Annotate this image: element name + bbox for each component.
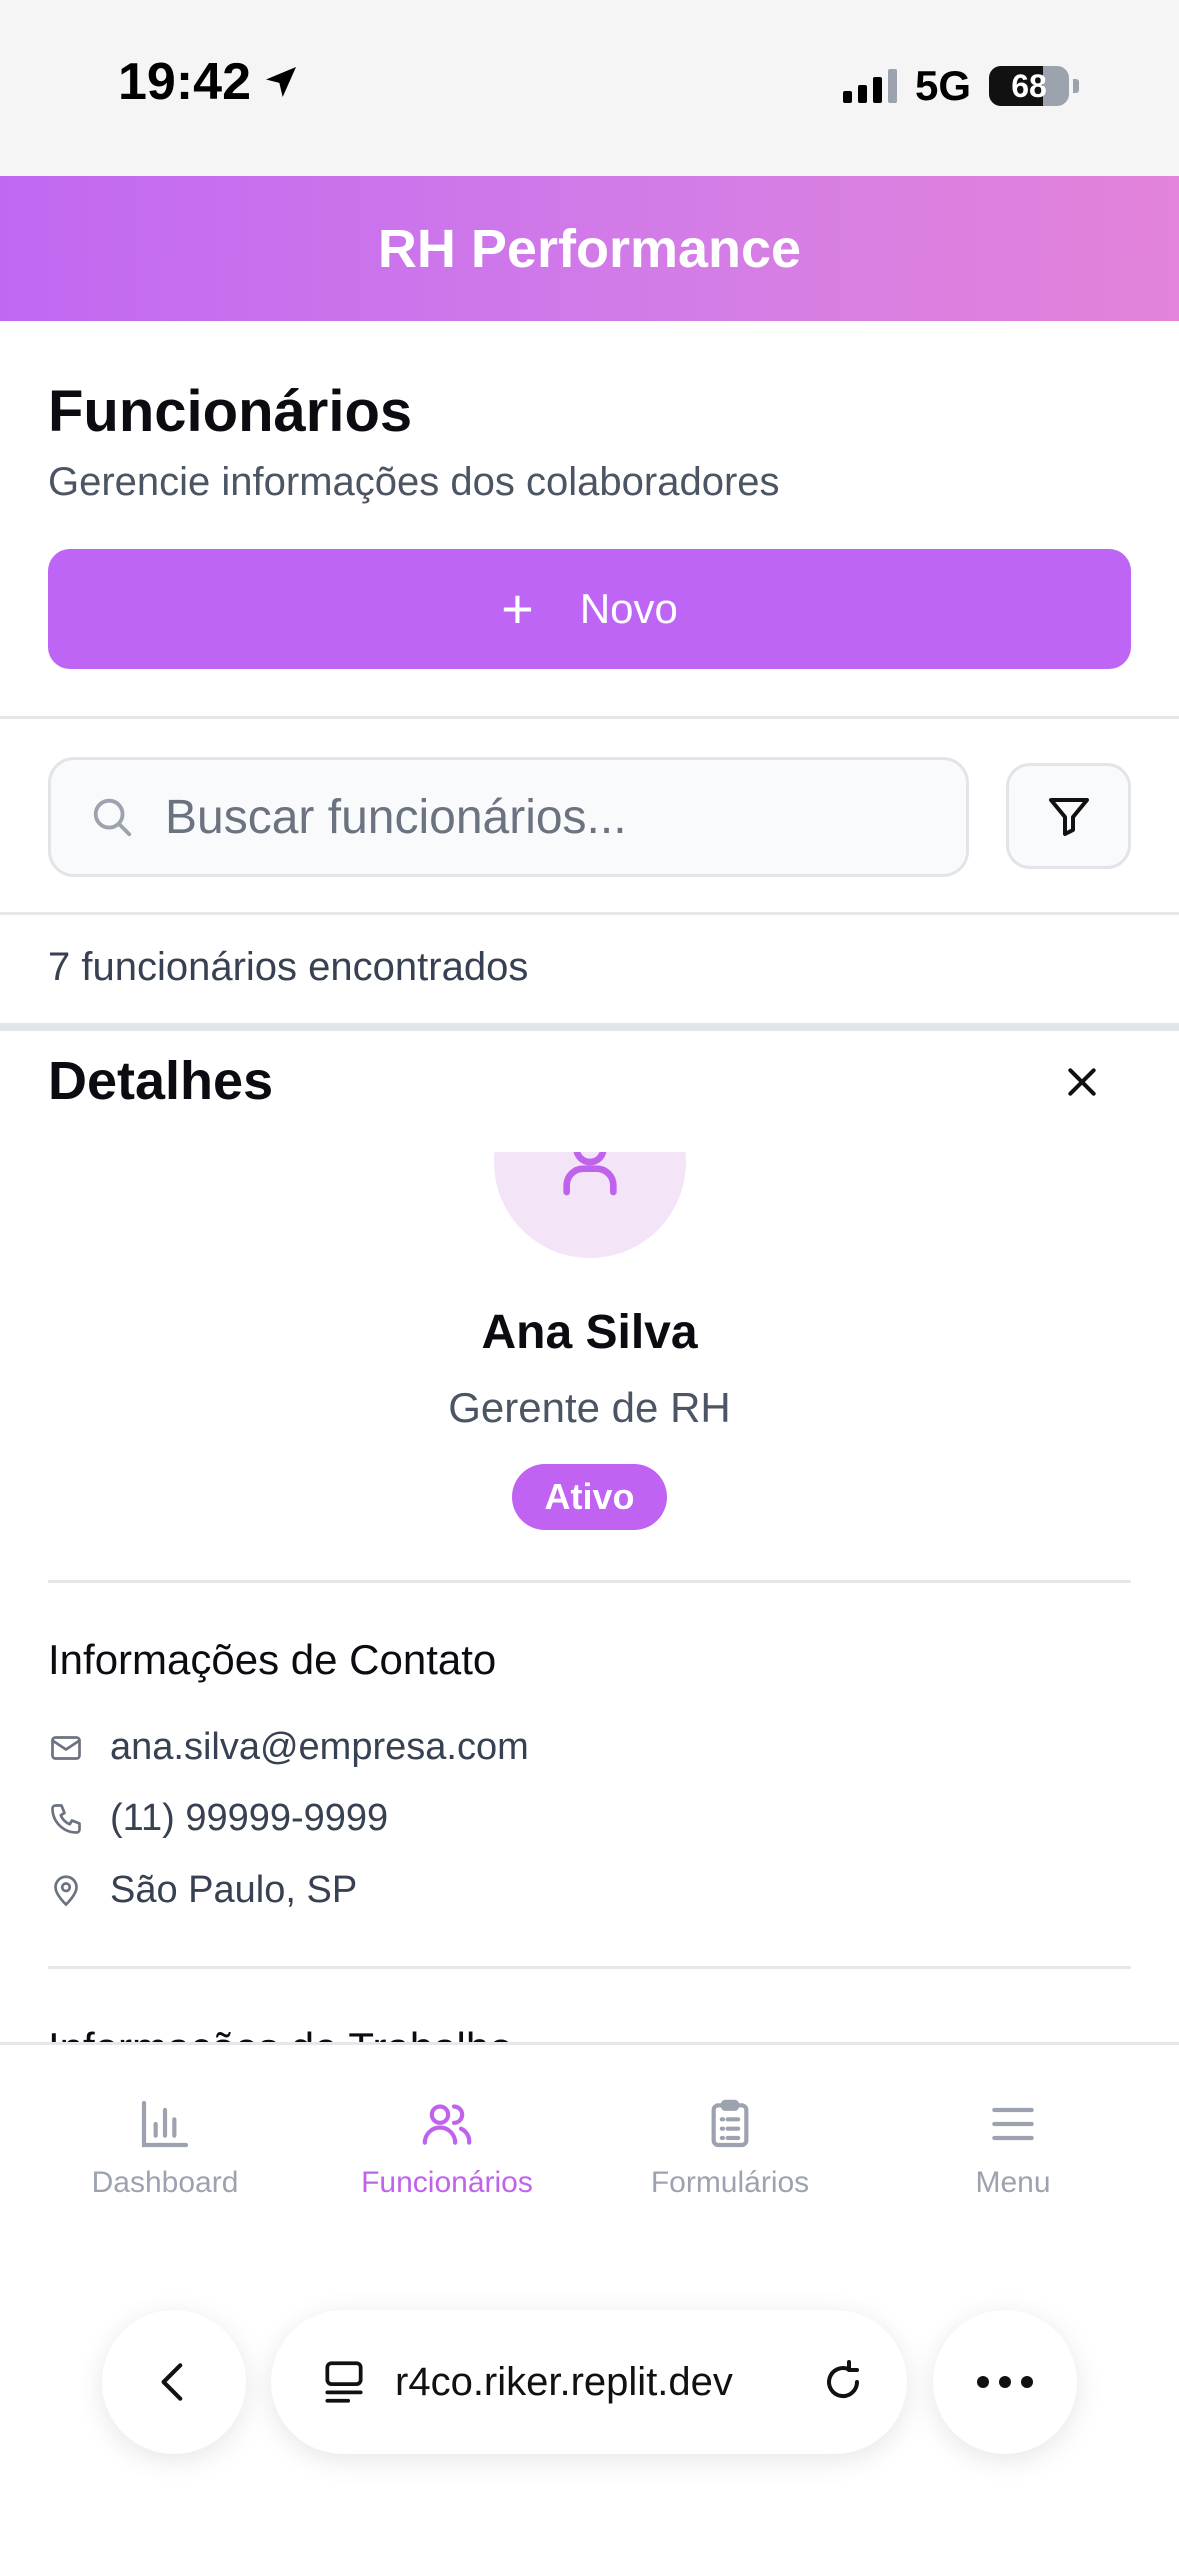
employee-name: Ana Silva [481, 1306, 698, 1359]
page-subtitle: Gerencie informações dos colaboradores [48, 460, 780, 504]
result-count: 7 funcionários encontrados [48, 945, 529, 989]
nav-item-forms[interactable]: Formulários [590, 2096, 870, 2200]
nav-item-employees[interactable]: Funcionários [307, 2096, 587, 2200]
battery-icon: 68 [989, 66, 1069, 106]
search-icon [93, 798, 132, 837]
employee-role: Gerente de RH [448, 1384, 731, 1431]
contact-section-title: Informações de Contato [48, 1636, 497, 1683]
divider [48, 1966, 1131, 1969]
work-section-title-text: Informações de Trabalho [48, 2024, 513, 2042]
status-time-text: 19:42 [118, 53, 251, 111]
search-input[interactable]: Buscar funcionários... [48, 757, 969, 877]
network-label: 5G [914, 62, 971, 109]
avatar [494, 1152, 686, 1260]
signal-icon [842, 69, 897, 103]
plus-icon: + [501, 577, 534, 640]
battery-tip [1073, 79, 1079, 93]
email-value: ana.silva@empresa.com [110, 1726, 529, 1768]
new-employee-button[interactable]: + Novo [48, 549, 1131, 669]
status-badge: Ativo [512, 1464, 667, 1530]
status-bar: 19:42 5G 68 [0, 0, 1179, 176]
details-title: Detalhes [48, 1051, 274, 1111]
phone-value: (11) 99999-9999 [110, 1797, 389, 1839]
new-button-label: Novo [579, 585, 678, 632]
divider [48, 1580, 1131, 1583]
tab-list-icon [325, 2361, 363, 2403]
reload-icon[interactable] [819, 2358, 867, 2406]
status-indicators: 5G 68 [842, 62, 1079, 110]
nav-label-forms: Formulários [650, 2166, 810, 2199]
menu-icon [992, 2107, 1034, 2141]
location-row: São Paulo, SP [48, 1869, 357, 1912]
app-header: RH Performance [0, 176, 1179, 321]
close-icon [1068, 1068, 1096, 1096]
phone-icon [51, 1803, 81, 1834]
phone-row: (11) 99999-9999 [48, 1797, 388, 1840]
nav-item-menu[interactable]: Menu [873, 2096, 1153, 2200]
filter-button[interactable] [1006, 763, 1131, 869]
chevron-left-icon [161, 2363, 183, 2401]
browser-back-button[interactable] [102, 2310, 246, 2454]
mail-icon [51, 1735, 81, 1760]
status-time: 19:42 [118, 52, 301, 112]
avatar-circle [494, 1152, 686, 1258]
close-button[interactable] [1058, 1058, 1106, 1106]
app-title: RH Performance [377, 218, 802, 279]
location-arrow-icon [266, 67, 296, 97]
nav-label-menu: Menu [975, 2166, 1051, 2199]
work-section-title: Informações de Trabalho [48, 2010, 1131, 2042]
page-title: Funcionários [48, 379, 413, 444]
nav-label-dashboard: Dashboard [91, 2166, 239, 2199]
email-row: ana.silva@empresa.com [48, 1726, 529, 1769]
nav-item-dashboard[interactable]: Dashboard [25, 2096, 305, 2200]
browser-address-bar[interactable]: r4co.riker.replit.dev [271, 2310, 907, 2454]
filter-icon [1048, 798, 1089, 836]
browser-more-button[interactable] [933, 2310, 1077, 2454]
user-icon [563, 1152, 617, 1196]
clipboard-icon [711, 2099, 749, 2148]
users-icon [422, 2104, 472, 2145]
divider [0, 716, 1179, 719]
browser-url: r4co.riker.replit.dev [395, 2359, 733, 2404]
bar-chart-icon [141, 2100, 189, 2148]
nav-label-employees: Funcionários [361, 2166, 533, 2199]
panel-divider [0, 1023, 1179, 1031]
map-pin-icon [54, 1874, 78, 1906]
divider [0, 912, 1179, 915]
search-placeholder: Buscar funcionários... [165, 790, 627, 844]
more-icon [977, 2376, 1033, 2388]
location-value: São Paulo, SP [110, 1869, 358, 1911]
battery-percent: 68 [1011, 67, 1047, 104]
